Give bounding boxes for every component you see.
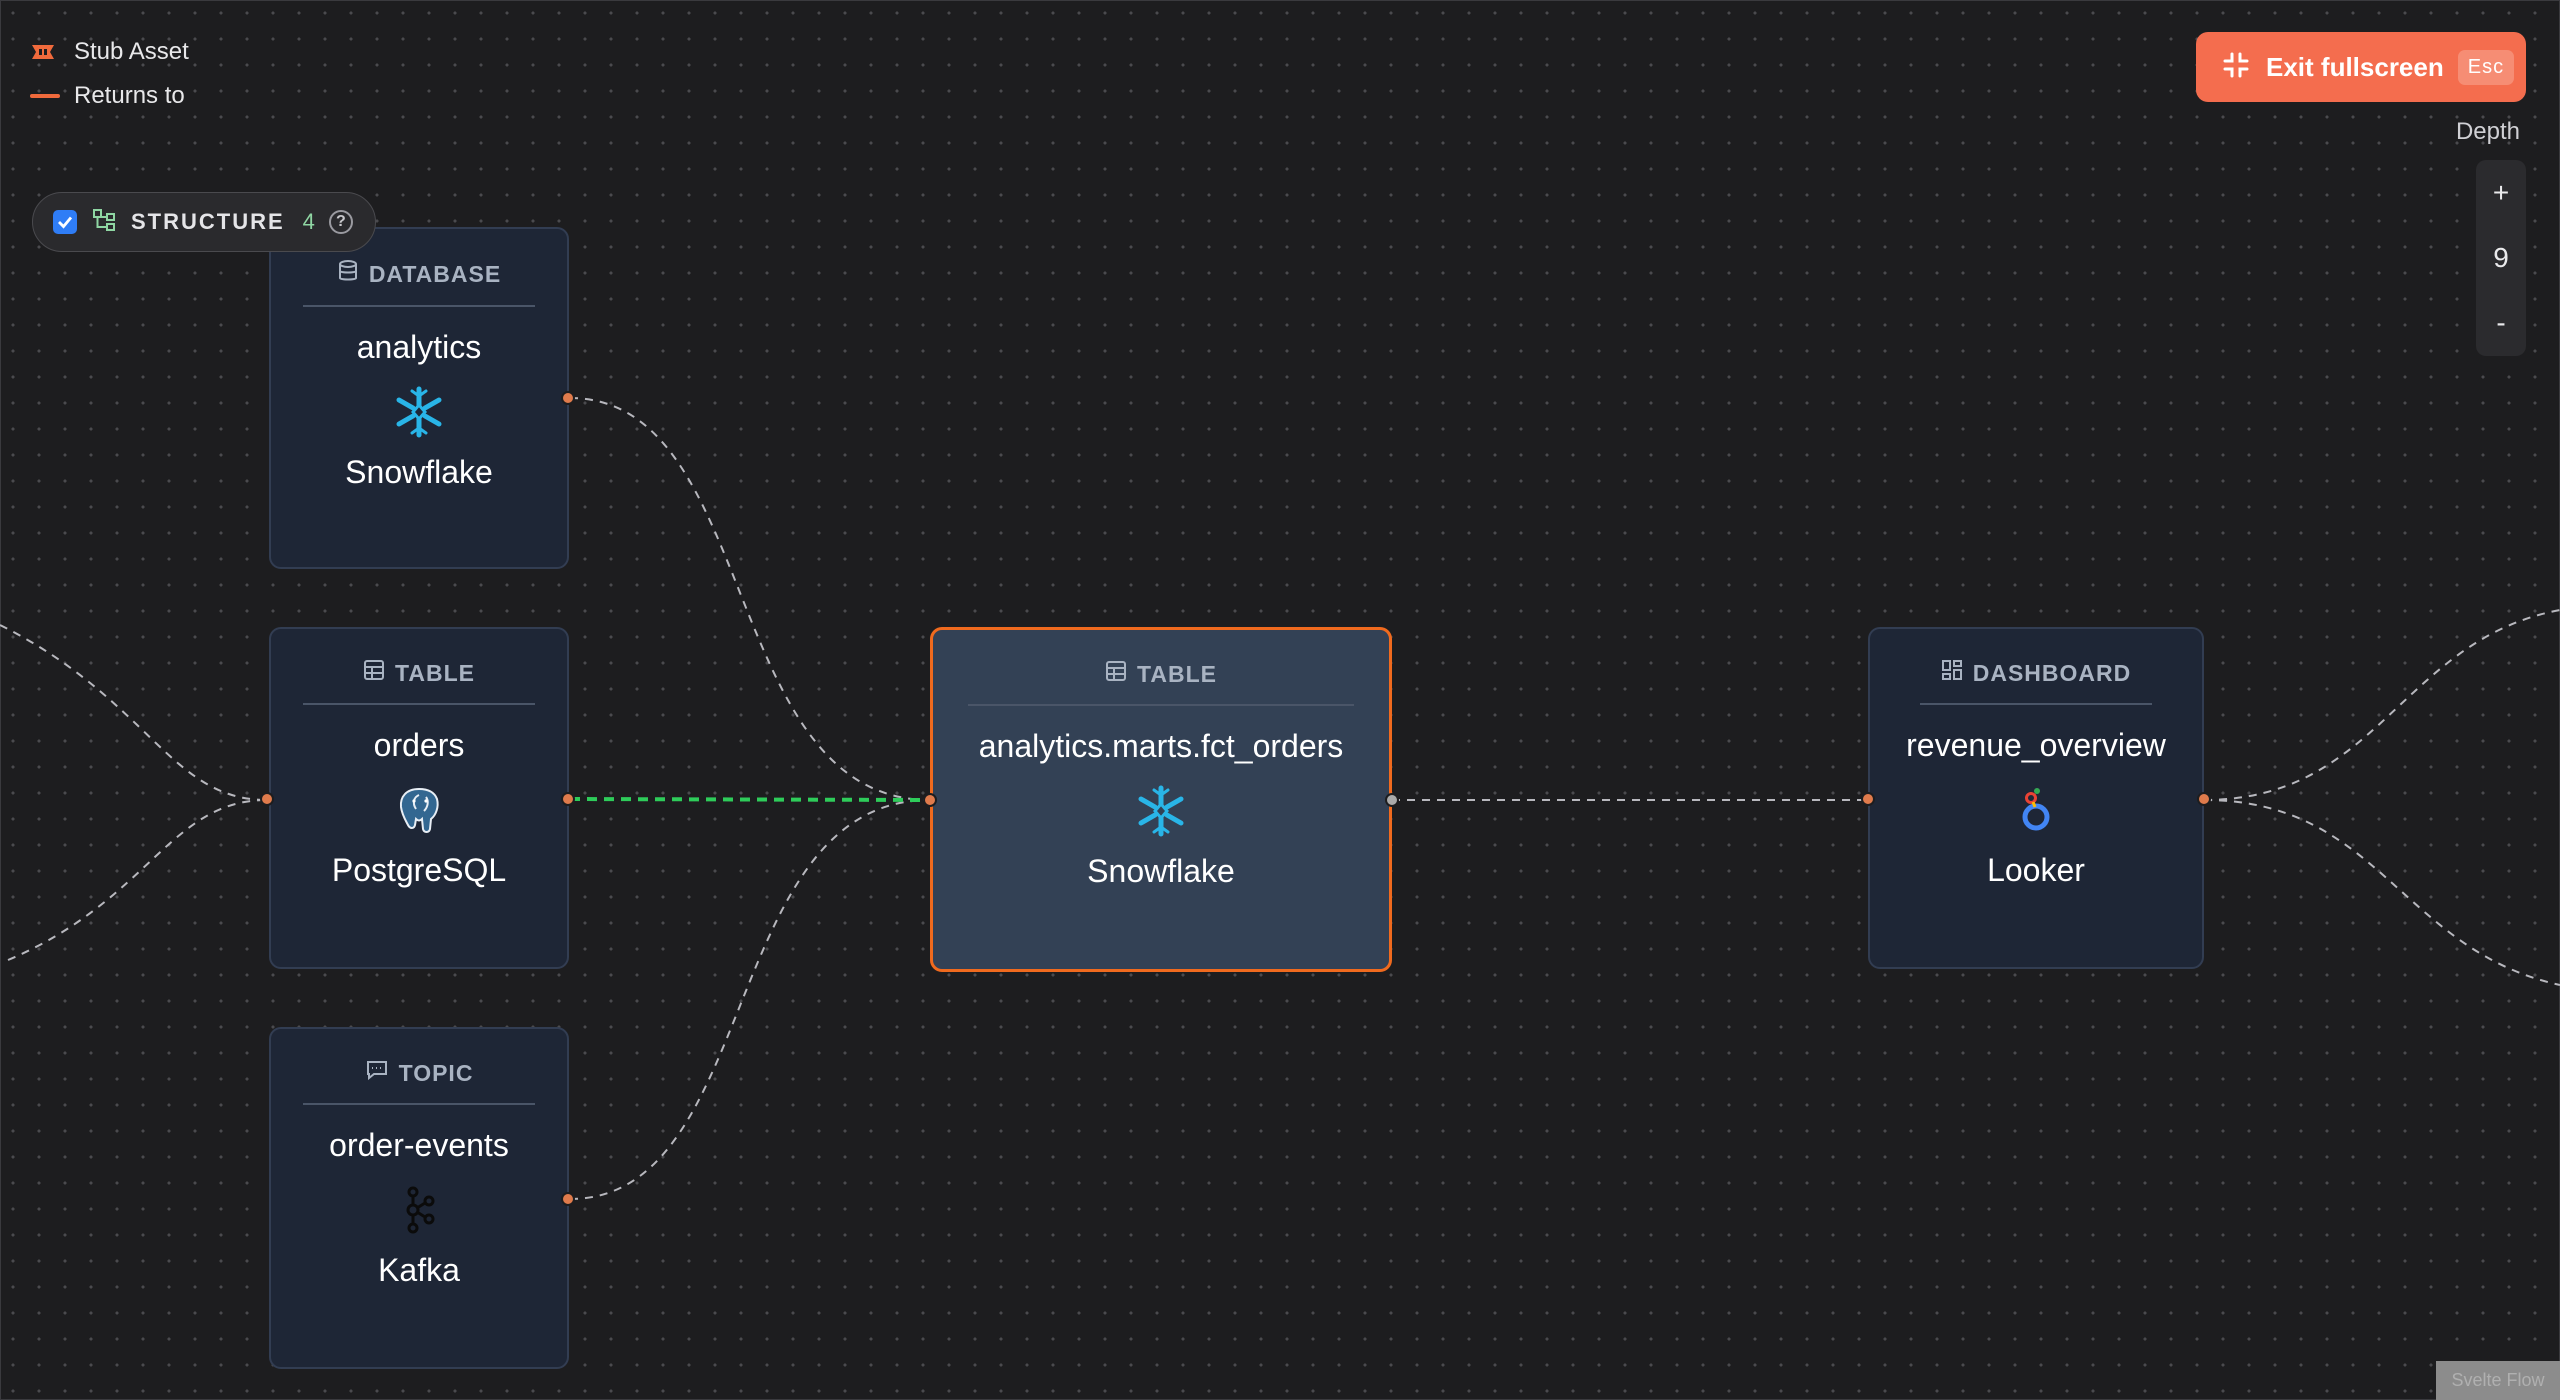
structure-label: STRUCTURE [131, 209, 285, 234]
node-handle[interactable] [1861, 792, 1875, 806]
node-handle[interactable] [561, 1192, 575, 1206]
exit-fullscreen-button[interactable]: Exit fullscreen Esc [2196, 32, 2526, 102]
depth-label: Depth [2455, 118, 2520, 145]
help-icon[interactable]: ? [328, 210, 353, 234]
node-platform: Looker [1987, 852, 2085, 888]
structure-icon [91, 207, 117, 238]
node-type-label: DATABASE [368, 260, 502, 287]
table-icon [1105, 660, 1127, 688]
attribution-watermark[interactable]: Svelte Flow [2436, 1361, 2560, 1400]
edge-analytics-to-fct-orders [569, 397, 931, 801]
node-type-label: TABLE [1137, 660, 1217, 687]
node-platform: Kafka [378, 1252, 460, 1288]
edge-right-out-upper [2203, 609, 2560, 801]
node-name: orders [373, 727, 465, 763]
exit-fullscreen-icon [2222, 51, 2250, 84]
depth-value: 9 [2493, 241, 2509, 273]
node-type-label: DASHBOARD [1972, 659, 2132, 686]
legend-stub-asset-label: Stub Asset [74, 38, 189, 65]
node-platform: Snowflake [1087, 853, 1235, 889]
node-type-label: TABLE [395, 659, 475, 686]
node-fct-orders-selected[interactable]: TABLE analytics.marts.fct_orders Snowfla… [930, 627, 1392, 972]
node-analytics[interactable]: DATABASE analytics Snowflake [269, 227, 569, 569]
table-icon [363, 659, 385, 687]
edge-order-events-to-fct-orders [569, 799, 931, 1200]
esc-shortcut-badge: Esc [2457, 49, 2515, 85]
legend-returns-to-label: Returns to [74, 82, 185, 109]
node-handle[interactable] [2197, 792, 2211, 806]
depth-increase-button[interactable]: + [2493, 177, 2509, 209]
node-name: revenue_overview [1906, 727, 2166, 763]
looker-logo-icon [2016, 782, 2056, 838]
stub-asset-icon [30, 42, 60, 62]
node-type-label: TOPIC [398, 1059, 474, 1086]
node-revenue-overview[interactable]: DASHBOARD revenue_overview Looker [1868, 627, 2204, 969]
structure-toggle[interactable]: STRUCTURE 4 ? [32, 192, 376, 252]
node-handle[interactable] [260, 792, 274, 806]
kafka-logo-icon [399, 1182, 439, 1238]
node-name: order-events [329, 1127, 509, 1163]
legend: Stub Asset Returns to [30, 30, 189, 118]
edge-left-in-upper [0, 624, 268, 801]
node-divider [303, 305, 535, 307]
edge-orders-to-fct-orders [569, 797, 931, 802]
node-divider [303, 703, 535, 705]
node-order-events[interactable]: TOPIC order-events Kafka [269, 1027, 569, 1369]
legend-stub-asset: Stub Asset [30, 30, 189, 74]
topic-icon [365, 1059, 389, 1087]
node-orders[interactable]: TABLE orders PostgreSQL [269, 627, 569, 969]
dashboard-icon [1941, 659, 1963, 687]
node-handle[interactable] [923, 793, 937, 807]
postgresql-logo-icon [394, 782, 444, 838]
depth-decrease-button[interactable]: - [2496, 307, 2505, 339]
node-handle[interactable] [561, 391, 575, 405]
node-divider [303, 1103, 535, 1105]
structure-count: 4 [302, 209, 315, 234]
node-name: analytics.marts.fct_orders [978, 728, 1344, 764]
depth-control: + 9 - [2476, 160, 2526, 356]
legend-returns-to: Returns to [30, 74, 189, 118]
returns-to-line [30, 94, 60, 98]
node-platform: PostgreSQL [331, 852, 507, 888]
node-divider [968, 704, 1354, 706]
database-icon [337, 259, 359, 289]
node-handle[interactable] [1385, 793, 1399, 807]
snowflake-logo-icon [392, 384, 446, 440]
edge-left-in-lower [7, 799, 268, 961]
node-name: analytics [356, 329, 482, 365]
node-divider [1920, 703, 2152, 705]
structure-checkbox[interactable] [53, 210, 77, 234]
edge-right-out-lower [2203, 799, 2560, 986]
node-handle[interactable] [561, 792, 575, 806]
node-platform: Snowflake [345, 454, 493, 490]
exit-fullscreen-label: Exit fullscreen [2266, 51, 2444, 82]
snowflake-logo-icon [1134, 783, 1188, 839]
